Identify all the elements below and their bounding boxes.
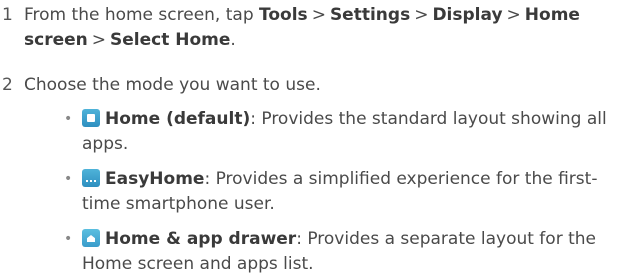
path-separator: >	[91, 30, 106, 50]
option-line-2: Home screen and apps list.	[82, 254, 314, 274]
step-number: 2	[2, 75, 13, 95]
home-default-icon	[82, 109, 100, 127]
step-text: From the home screen, tap Tools > Settings…	[24, 3, 614, 53]
bullet: •	[64, 171, 73, 187]
path-separator: >	[506, 5, 521, 25]
bullet: •	[64, 231, 73, 247]
path-settings: Settings	[329, 5, 411, 25]
step-intro: From the home screen, tap	[24, 5, 254, 25]
bullet: •	[64, 111, 73, 127]
home-app-drawer-icon	[82, 229, 100, 247]
option-body: EasyHome: Provides a simplified experien…	[82, 167, 614, 217]
step-number: 1	[2, 5, 13, 25]
option-title: Home & app drawer	[105, 229, 297, 249]
path-separator: >	[414, 5, 429, 25]
option-desc: : Provides a simplified experience for t…	[204, 169, 598, 189]
step-text: Choose the mode you want to use.	[24, 75, 321, 95]
option-body: Home & app drawer: Provides a separate l…	[82, 227, 614, 277]
path-separator: >	[311, 5, 326, 25]
path-display: Display	[432, 5, 503, 25]
option-line-2: apps.	[82, 134, 129, 154]
option-desc: : Provides a separate layout for the	[296, 229, 596, 249]
option-body: Home (default): Provides the standard la…	[82, 107, 614, 157]
option-desc: : Provides the standard layout showing a…	[250, 109, 607, 129]
option-title: Home (default)	[105, 109, 251, 129]
option-title: EasyHome	[105, 169, 205, 189]
path-tools: Tools	[259, 5, 308, 25]
path-select-home: Select Home	[110, 30, 231, 50]
step-end: .	[230, 30, 236, 50]
option-line-1: Home (default): Provides the standard la…	[82, 107, 614, 132]
option-line-1: Home & app drawer: Provides a separate l…	[82, 227, 614, 252]
option-line-1: EasyHome: Provides a simplified experien…	[82, 167, 614, 192]
easyhome-icon	[82, 169, 100, 187]
option-line-2: time smartphone user.	[82, 194, 275, 214]
